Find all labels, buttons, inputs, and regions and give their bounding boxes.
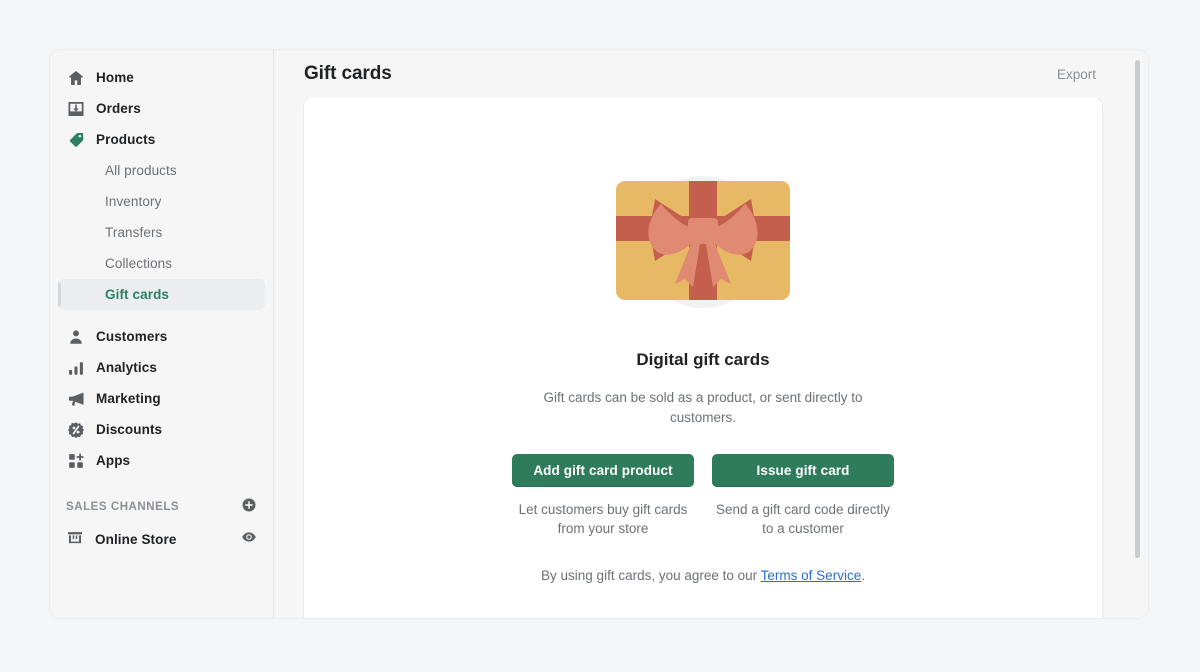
sidebar-subitem-label: Collections [105,256,173,271]
analytics-bars-icon [66,358,85,377]
sidebar-subitem-label: Gift cards [105,287,170,302]
gift-cards-empty-state-card: Digital gift cards Gift cards can be sol… [304,98,1102,618]
sidebar-item-label: Marketing [96,391,161,406]
products-tag-icon [66,130,85,149]
marketing-megaphone-icon [66,389,85,408]
add-gift-card-product-button[interactable]: Add gift card product [512,454,694,487]
sidebar-item-label: Orders [96,101,141,116]
main-content: Gift cards Export Digital gift cards Gif… [274,50,1148,618]
sidebar-item-orders[interactable]: Orders [58,93,265,124]
sidebar-subitem-collections[interactable]: Collections [58,248,265,279]
sidebar-item-apps[interactable]: Apps [58,445,265,476]
content-scroll-area: Digital gift cards Gift cards can be sol… [274,98,1148,618]
sidebar-item-customers[interactable]: Customers [58,321,265,352]
add-gift-card-product-caption: Let customers buy gift cards from your s… [518,502,688,536]
sidebar-item-analytics[interactable]: Analytics [58,352,265,383]
sidebar-subitem-inventory[interactable]: Inventory [58,186,265,217]
terms-suffix: . [861,568,865,583]
sidebar-item-home[interactable]: Home [58,62,265,93]
sales-channels-header: SALES CHANNELS [58,492,265,522]
sidebar-subitem-all-products[interactable]: All products [58,155,265,186]
sidebar-subitem-label: Transfers [105,225,163,240]
terms-prefix: By using gift cards, you agree to our [541,568,761,583]
sidebar-item-label: Discounts [96,422,163,437]
sidebar-item-label: Online Store [95,532,177,547]
eye-icon[interactable] [241,529,257,550]
sidebar-item-label: Products [96,132,156,147]
terms-notice: By using gift cards, you agree to our Te… [541,568,865,583]
empty-state-actions: Add gift card product Let customers buy … [512,454,894,538]
action-add-gift-card-product: Add gift card product Let customers buy … [512,454,694,538]
sidebar: Home Orders Products All products Invent… [50,50,274,618]
sidebar-item-label: Analytics [96,360,157,375]
sidebar-item-label: Apps [96,453,131,468]
issue-gift-card-caption: Send a gift card code directly to a cust… [715,502,891,536]
sidebar-subitem-label: All products [105,163,177,178]
customer-person-icon [66,327,85,346]
issue-gift-card-button[interactable]: Issue gift card [712,454,894,487]
apps-grid-plus-icon [66,451,85,470]
orders-inbox-icon [66,99,85,118]
discount-badge-icon [66,420,85,439]
sidebar-subitem-gift-cards[interactable]: Gift cards [58,279,265,310]
sidebar-item-label: Home [96,70,134,85]
home-icon [66,68,85,87]
gift-card-illustration [603,158,803,328]
main-scrollbar[interactable] [1133,60,1142,612]
sidebar-item-discounts[interactable]: Discounts [58,414,265,445]
export-button[interactable]: Export [1051,63,1102,86]
sidebar-item-products[interactable]: Products [58,124,265,155]
empty-state-description: Gift cards can be sold as a product, or … [543,390,863,425]
page-header: Gift cards Export [274,50,1148,98]
app-window: Home Orders Products All products Invent… [50,50,1148,618]
empty-state-title: Digital gift cards [636,350,770,369]
sales-channels-title: SALES CHANNELS [66,501,180,513]
terms-of-service-link[interactable]: Terms of Service [761,568,862,583]
page-title: Gift cards [304,63,392,84]
action-issue-gift-card: Issue gift card Send a gift card code di… [712,454,894,538]
sidebar-item-marketing[interactable]: Marketing [58,383,265,414]
sidebar-subitem-transfers[interactable]: Transfers [58,217,265,248]
storefront-icon [66,528,84,551]
sidebar-item-online-store[interactable]: Online Store [58,524,265,555]
sidebar-divider-spacer [50,310,273,321]
sidebar-item-label: Customers [96,329,168,344]
plus-circle-icon[interactable] [241,497,257,518]
scrollbar-thumb[interactable] [1135,60,1140,558]
sidebar-subitem-label: Inventory [105,194,162,209]
